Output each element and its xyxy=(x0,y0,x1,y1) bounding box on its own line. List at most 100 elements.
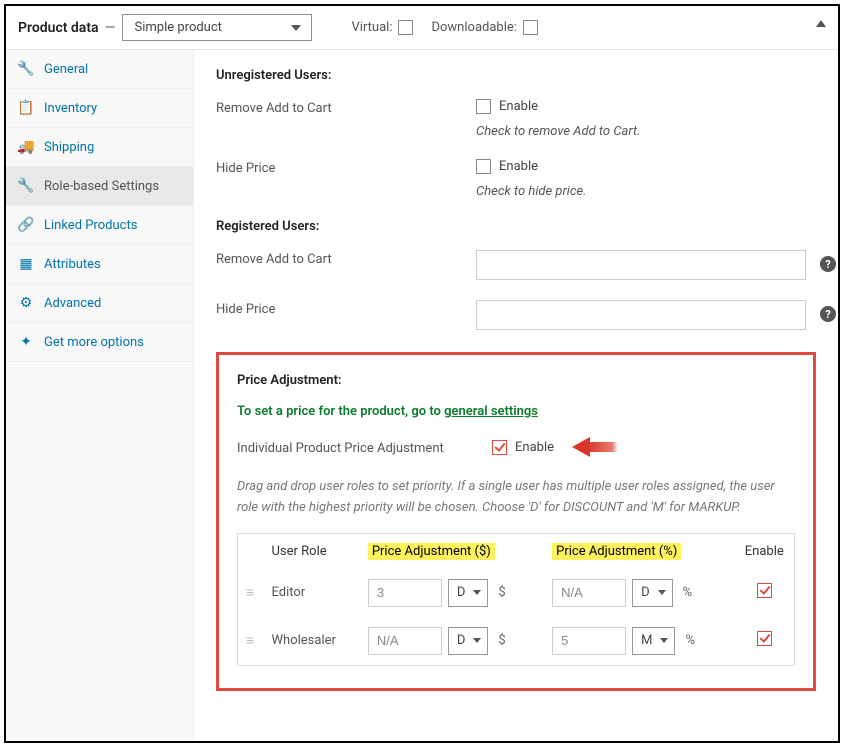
price-adjustment-highlight: Price Adjustment: To set a price for the… xyxy=(216,352,816,691)
role-name-cell: Editor xyxy=(264,569,360,617)
reg-remove-cart-input[interactable] xyxy=(476,250,806,280)
drag-handle-icon[interactable]: ≡ xyxy=(246,585,254,601)
collapse-panel-icon[interactable] xyxy=(816,20,826,27)
chevron-down-icon xyxy=(473,590,481,595)
sidebar-item-inventory[interactable]: 📋 Inventory xyxy=(6,89,193,128)
drag-handle-icon[interactable]: ≡ xyxy=(246,633,254,649)
sidebar-item-attributes[interactable]: ▦ Attributes xyxy=(6,245,193,284)
remove-add-to-cart-label: Remove Add to Cart xyxy=(216,99,476,116)
price-adj-dollar-dm-select[interactable]: D xyxy=(448,579,489,607)
price-adj-percent-dm-select[interactable]: D xyxy=(632,579,673,607)
remove-add-to-cart-label: Remove Add to Cart xyxy=(216,250,476,267)
panel-title: Product data xyxy=(18,20,99,36)
unregistered-users-heading: Unregistered Users: xyxy=(216,68,816,83)
percent-unit: % xyxy=(685,633,695,648)
sidebar-item-label: General xyxy=(44,62,88,77)
downloadable-checkbox[interactable] xyxy=(523,20,538,35)
unreg-hide-price-hint: Check to hide price. xyxy=(476,184,586,199)
price-adjustment-heading: Price Adjustment: xyxy=(237,373,795,388)
sidebar-item-label: Advanced xyxy=(44,296,101,311)
price-adjustment-note: To set a price for the product, go to ge… xyxy=(237,404,795,419)
panel-header: Product data — Simple product Virtual: D… xyxy=(6,6,838,50)
price-adj-dollar-input[interactable] xyxy=(368,579,442,607)
sidebar-item-label: Linked Products xyxy=(44,218,137,233)
row-enable-checkbox[interactable] xyxy=(757,583,772,598)
reg-remove-cart-row: Remove Add to Cart ? xyxy=(216,250,816,280)
individual-price-adjustment-checkbox[interactable] xyxy=(492,440,507,455)
chevron-down-icon xyxy=(660,638,668,643)
enable-label: Enable xyxy=(499,159,538,174)
hide-price-label: Hide Price xyxy=(216,300,476,317)
percent-unit: % xyxy=(683,585,693,600)
dollar-unit: $ xyxy=(498,585,505,600)
gear-icon: ⚙ xyxy=(18,295,34,311)
unreg-hide-price-row: Hide Price Enable Check to hide price. xyxy=(216,159,816,199)
product-type-selected: Simple product xyxy=(135,20,222,35)
col-price-adj-dollar: Price Adjustment ($) xyxy=(360,533,544,569)
col-price-adj-percent: Price Adjustment (%) xyxy=(544,533,734,569)
price-adj-dollar-input[interactable] xyxy=(368,627,442,655)
price-adj-percent-input[interactable] xyxy=(552,579,626,607)
sidebar-item-label: Role-based Settings xyxy=(44,179,159,194)
general-settings-link[interactable]: general settings xyxy=(444,404,538,419)
reg-hide-price-row: Hide Price ? xyxy=(216,300,816,330)
virtual-label: Virtual: xyxy=(352,20,393,35)
content-area: Unregistered Users: Remove Add to Cart E… xyxy=(194,50,838,741)
virtual-toggle: Virtual: xyxy=(352,20,414,35)
table-row[interactable]: ≡ Editor D $ D % xyxy=(238,569,795,617)
title-separator: — xyxy=(105,20,116,36)
sidebar-item-advanced[interactable]: ⚙ Advanced xyxy=(6,284,193,323)
price-adj-percent-dm-select[interactable]: M xyxy=(632,627,675,655)
role-price-table: User Role Price Adjustment ($) Price Adj… xyxy=(237,533,795,666)
wrench-icon: 🔧 xyxy=(18,178,34,194)
sidebar-item-linked-products[interactable]: 🔗 Linked Products xyxy=(6,206,193,245)
sidebar-item-shipping[interactable]: 🚚 Shipping xyxy=(6,128,193,167)
row-enable-checkbox[interactable] xyxy=(757,631,772,646)
dollar-unit: $ xyxy=(498,633,505,648)
table-row[interactable]: ≡ Wholesaler D $ M % xyxy=(238,617,795,666)
sidebar-item-role-based-settings[interactable]: 🔧 Role-based Settings xyxy=(6,167,193,206)
individual-price-adjustment-label: Individual Product Price Adjustment xyxy=(237,439,492,456)
price-adj-percent-input[interactable] xyxy=(552,627,626,655)
hide-price-label: Hide Price xyxy=(216,159,476,176)
chevron-down-icon xyxy=(291,25,301,31)
sidebar-item-get-more-options[interactable]: ✦ Get more options xyxy=(6,323,193,362)
wrench-icon: 🔧 xyxy=(18,61,34,77)
individual-price-adjustment-row: Individual Product Price Adjustment Enab… xyxy=(237,437,795,457)
product-data-panel: Product data — Simple product Virtual: D… xyxy=(4,4,840,743)
unreg-remove-cart-hint: Check to remove Add to Cart. xyxy=(476,124,640,139)
unreg-remove-cart-checkbox[interactable] xyxy=(476,99,491,114)
clipboard-icon: 📋 xyxy=(18,100,34,116)
enable-label: Enable xyxy=(515,440,554,455)
sidebar-item-label: Attributes xyxy=(44,257,101,272)
chevron-down-icon xyxy=(658,590,666,595)
unreg-hide-price-checkbox[interactable] xyxy=(476,159,491,174)
truck-icon: 🚚 xyxy=(18,139,34,155)
chevron-down-icon xyxy=(473,638,481,643)
reg-hide-price-input[interactable] xyxy=(476,300,806,330)
product-type-select[interactable]: Simple product xyxy=(122,14,312,41)
registered-users-heading: Registered Users: xyxy=(216,219,816,234)
unreg-remove-cart-row: Remove Add to Cart Enable Check to remov… xyxy=(216,99,816,139)
sidebar-item-label: Shipping xyxy=(44,140,94,155)
sidebar-item-label: Get more options xyxy=(44,335,144,350)
star-icon: ✦ xyxy=(18,334,34,350)
col-enable: Enable xyxy=(735,533,795,569)
annotation-arrow-icon xyxy=(572,437,622,457)
sidebar-item-label: Inventory xyxy=(44,101,97,116)
layout-icon: ▦ xyxy=(18,256,34,272)
link-icon: 🔗 xyxy=(18,217,34,233)
downloadable-toggle: Downloadable: xyxy=(431,20,537,35)
enable-label: Enable xyxy=(499,99,538,114)
virtual-checkbox[interactable] xyxy=(398,20,413,35)
price-adj-dollar-dm-select[interactable]: D xyxy=(448,627,489,655)
sidebar-item-general[interactable]: 🔧 General xyxy=(6,50,193,89)
col-user-role: User Role xyxy=(264,533,360,569)
sidebar: 🔧 General 📋 Inventory 🚚 Shipping 🔧 Role-… xyxy=(6,50,194,741)
help-icon[interactable]: ? xyxy=(820,306,836,322)
help-icon[interactable]: ? xyxy=(820,256,836,272)
downloadable-label: Downloadable: xyxy=(431,20,516,35)
role-name-cell: Wholesaler xyxy=(264,617,360,666)
drag-drop-hint: Drag and drop user roles to set priority… xyxy=(237,477,795,519)
note-prefix: To set a price for the product, go to xyxy=(237,404,444,419)
